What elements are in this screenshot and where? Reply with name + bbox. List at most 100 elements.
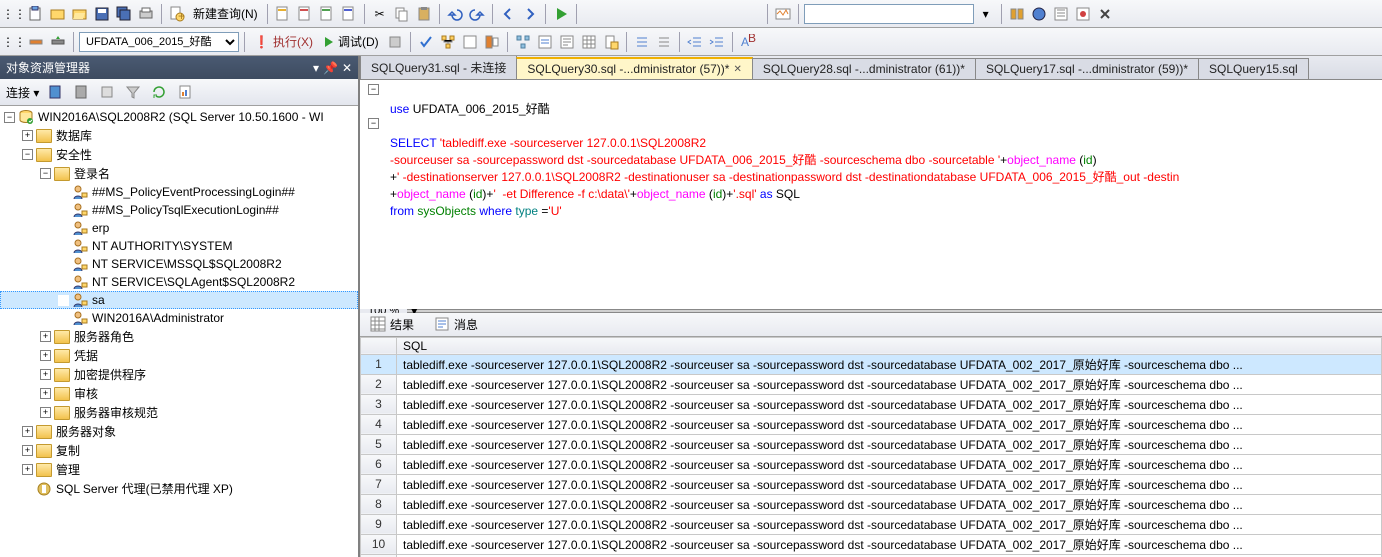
include-actual-plan-icon[interactable] (513, 32, 533, 52)
tree-crypto-providers-node[interactable]: + 加密提供程序 (0, 365, 358, 384)
estimated-plan-icon[interactable] (438, 32, 458, 52)
cell-sql[interactable]: tablediff.exe -sourceserver 127.0.0.1\SQ… (397, 414, 1382, 434)
tree-server-node[interactable]: − WIN2016A\SQL2008R2 (SQL Server 10.50.1… (0, 108, 358, 126)
outline-collapse-icon[interactable]: − (368, 118, 379, 129)
cell-sql[interactable]: tablediff.exe -sourceserver 127.0.0.1\SQ… (397, 494, 1382, 514)
collapse-icon[interactable]: − (4, 112, 15, 123)
row-number[interactable]: 10 (361, 534, 397, 554)
debug-button[interactable]: 调试(D) (319, 31, 383, 53)
results-to-file-icon[interactable] (601, 32, 621, 52)
redo-icon[interactable] (467, 4, 487, 24)
increase-indent-icon[interactable] (707, 32, 727, 52)
results-to-grid-icon[interactable] (579, 32, 599, 52)
row-number[interactable]: 8 (361, 494, 397, 514)
mdx-query-icon[interactable] (295, 4, 315, 24)
save-icon[interactable] (92, 4, 112, 24)
tree-server-audit-specs-node[interactable]: + 服务器审核规范 (0, 403, 358, 422)
sql-editor[interactable]: −use UFDATA_006_2015_好酷 −SELECT 'tabledi… (360, 80, 1382, 309)
copy-icon[interactable] (392, 4, 412, 24)
tree-login-item[interactable]: NT SERVICE\MSSQL$SQL2008R2 (0, 255, 358, 273)
tree-login-item[interactable]: NT AUTHORITY\SYSTEM (0, 237, 358, 255)
row-number[interactable]: 1 (361, 354, 397, 374)
collapse-icon[interactable]: − (40, 168, 51, 179)
disconnect-icon[interactable] (71, 82, 91, 102)
cell-sql[interactable]: tablediff.exe -sourceserver 127.0.0.1\SQ… (397, 534, 1382, 554)
column-header-sql[interactable]: SQL (397, 337, 1382, 354)
cell-sql[interactable]: tablediff.exe -sourceserver 127.0.0.1\SQ… (397, 474, 1382, 494)
tree-security-node[interactable]: − 安全性 (0, 145, 358, 164)
expand-icon[interactable]: + (40, 407, 51, 418)
stop-icon[interactable] (385, 32, 405, 52)
table-row[interactable]: 3tablediff.exe -sourceserver 127.0.0.1\S… (361, 394, 1382, 414)
new-project-icon[interactable] (26, 4, 46, 24)
tree-login-item[interactable]: NT SERVICE\SQLAgent$SQL2008R2 (0, 273, 358, 291)
tree-login-item[interactable]: ##MS_PolicyEventProcessingLogin## (0, 183, 358, 201)
new-query-icon[interactable]: + (167, 4, 187, 24)
tree-login-item[interactable]: erp (0, 219, 358, 237)
dropdown-icon[interactable]: ▾ (976, 4, 996, 24)
tree-management-node[interactable]: + 管理 (0, 460, 358, 479)
xmla-query-icon[interactable] (339, 4, 359, 24)
registered-servers-icon[interactable] (1007, 4, 1027, 24)
table-row[interactable]: 2tablediff.exe -sourceserver 127.0.0.1\S… (361, 374, 1382, 394)
tree-replication-node[interactable]: + 复制 (0, 441, 358, 460)
open-icon[interactable] (48, 4, 68, 24)
expand-icon[interactable]: + (22, 426, 33, 437)
pin-icon[interactable]: 📌 (323, 61, 338, 75)
object-explorer-tree[interactable]: − WIN2016A\SQL2008R2 (SQL Server 10.50.1… (0, 106, 358, 557)
row-number[interactable]: 9 (361, 514, 397, 534)
expand-icon[interactable]: + (22, 130, 33, 141)
results-tab[interactable]: 结果 (366, 314, 418, 335)
activity-monitor-icon[interactable] (773, 4, 793, 24)
stop-icon[interactable] (97, 82, 117, 102)
object-explorer-icon[interactable] (1029, 4, 1049, 24)
row-number[interactable]: 3 (361, 394, 397, 414)
document-tab[interactable]: SQLQuery28.sql -...dministrator (61))* (752, 58, 976, 79)
properties-icon[interactable] (1073, 4, 1093, 24)
uncomment-icon[interactable] (654, 32, 674, 52)
query-options-icon[interactable] (460, 32, 480, 52)
row-number-header[interactable] (361, 337, 397, 354)
connect-dropdown[interactable]: 连接 ▾ (6, 84, 39, 101)
table-row[interactable]: 4tablediff.exe -sourceserver 127.0.0.1\S… (361, 414, 1382, 434)
tree-logins-node[interactable]: − 登录名 (0, 164, 358, 183)
tree-credentials-node[interactable]: + 凭据 (0, 346, 358, 365)
search-combo[interactable] (804, 4, 974, 24)
table-row[interactable]: 9tablediff.exe -sourceserver 127.0.0.1\S… (361, 514, 1382, 534)
tree-server-roles-node[interactable]: + 服务器角色 (0, 327, 358, 346)
dmx-query-icon[interactable] (317, 4, 337, 24)
save-all-icon[interactable] (114, 4, 134, 24)
db-engine-query-icon[interactable] (273, 4, 293, 24)
cell-sql[interactable]: tablediff.exe -sourceserver 127.0.0.1\SQ… (397, 434, 1382, 454)
table-row[interactable]: 8tablediff.exe -sourceserver 127.0.0.1\S… (361, 494, 1382, 514)
table-row[interactable]: 6tablediff.exe -sourceserver 127.0.0.1\S… (361, 454, 1382, 474)
expand-icon[interactable]: + (40, 331, 51, 342)
cell-sql[interactable]: tablediff.exe -sourceserver 127.0.0.1\SQ… (397, 374, 1382, 394)
tree-audits-node[interactable]: + 审核 (0, 384, 358, 403)
expand-icon[interactable]: + (40, 369, 51, 380)
tree-server-objects-node[interactable]: + 服务器对象 (0, 422, 358, 441)
nav-back-icon[interactable] (498, 4, 518, 24)
comment-icon[interactable] (632, 32, 652, 52)
cut-icon[interactable]: ✂ (370, 4, 390, 24)
decrease-indent-icon[interactable] (685, 32, 705, 52)
document-tab[interactable]: SQLQuery17.sql -...dministrator (59))* (975, 58, 1199, 79)
dropdown-icon[interactable]: ▾ (313, 61, 319, 75)
paste-icon[interactable] (414, 4, 434, 24)
play-icon[interactable] (551, 4, 571, 24)
intellisense-icon[interactable] (482, 32, 502, 52)
specify-template-values-icon[interactable]: AB (738, 32, 758, 52)
new-query-button[interactable]: 新建查询(N) (189, 3, 262, 25)
cell-sql[interactable]: tablediff.exe -sourceserver 127.0.0.1\SQ… (397, 354, 1382, 374)
table-row[interactable]: 7tablediff.exe -sourceserver 127.0.0.1\S… (361, 474, 1382, 494)
tree-login-item[interactable]: ##MS_PolicyTsqlExecutionLogin## (0, 201, 358, 219)
document-tab[interactable]: SQLQuery31.sql - 未连接 (360, 56, 517, 79)
row-number[interactable]: 6 (361, 454, 397, 474)
close-icon[interactable]: ✕ (342, 61, 352, 75)
database-combo[interactable]: UFDATA_006_2015_好酷 (79, 32, 239, 52)
row-number[interactable]: 5 (361, 434, 397, 454)
print-icon[interactable] (136, 4, 156, 24)
execute-button[interactable]: ❗执行(X) (250, 31, 317, 53)
row-number[interactable]: 7 (361, 474, 397, 494)
outline-collapse-icon[interactable]: − (368, 84, 379, 95)
